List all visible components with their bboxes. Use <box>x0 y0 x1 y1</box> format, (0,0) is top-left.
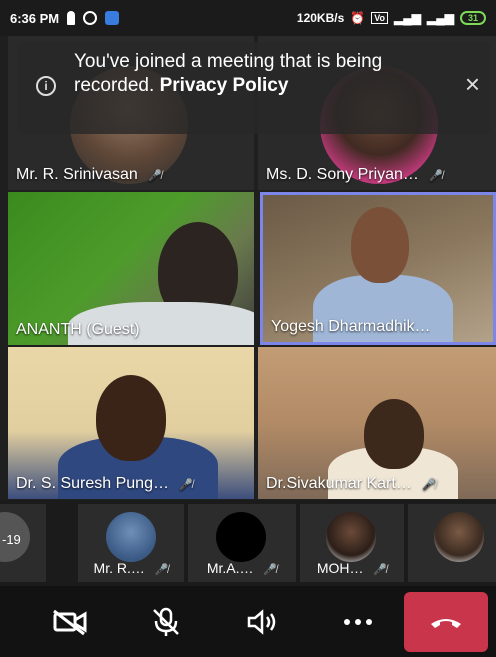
participant-name: Yogesh Dharmadhik… <box>271 318 431 335</box>
strip-participant-3[interactable]: Mr.A.… 🎤̸ <box>188 504 296 582</box>
info-icon: i <box>36 76 56 96</box>
participant-video <box>364 399 424 469</box>
mic-muted-icon: 🎤̸ <box>422 479 436 491</box>
speaker-icon <box>247 608 276 635</box>
participant-name: Mr. R. Srinivasan <box>16 166 138 183</box>
participant-tile-6[interactable]: Dr.Sivakumar Kart… 🎤̸ <box>258 347 496 499</box>
participant-label: -19 <box>2 532 21 547</box>
mic-muted-icon: 🎤̸ <box>373 564 388 576</box>
more-options-button[interactable] <box>310 592 406 652</box>
participant-name: Mr. R.… <box>93 560 145 576</box>
mic-muted-icon: 🎤̸ <box>263 564 278 576</box>
strip-participant-4[interactable]: MOH… 🎤̸ <box>300 504 404 582</box>
avatar <box>216 512 266 562</box>
strip-participant-5[interactable] <box>408 504 496 582</box>
participant-tile-4-active-speaker[interactable]: Yogesh Dharmadhik… <box>260 192 496 345</box>
avatar <box>434 512 484 562</box>
call-controls <box>0 586 496 657</box>
participant-tile-3[interactable]: ANANTH (Guest) <box>8 192 254 345</box>
participant-video <box>96 375 166 461</box>
signal-icon: ▂▄▆ <box>394 11 422 25</box>
mic-muted-icon: 🎤̸ <box>148 170 162 182</box>
teams-status-icon <box>67 11 76 25</box>
speaker-button[interactable] <box>214 592 310 652</box>
mic-muted-icon: 🎤̸ <box>154 564 169 576</box>
participant-tile-5[interactable]: Dr. S. Suresh Pung… 🎤̸ <box>8 347 254 499</box>
strip-participant-2[interactable]: Mr. R.… 🎤̸ <box>78 504 184 582</box>
clock: 6:36 PM <box>10 10 60 26</box>
more-icon <box>344 618 372 625</box>
battery-icon: 31 <box>460 11 486 25</box>
participant-name: Dr.Sivakumar Kart… <box>266 475 412 492</box>
participant-video <box>351 207 409 283</box>
whatsapp-icon <box>83 11 98 25</box>
strip-participant-1[interactable]: -19 <box>0 504 46 582</box>
privacy-policy-link[interactable]: Privacy Policy <box>160 75 289 96</box>
recording-notification-banner: i You've joined a meeting that is being … <box>18 42 490 134</box>
avatar <box>106 512 156 562</box>
mic-muted-icon: 🎤̸ <box>179 479 194 491</box>
mic-muted-icon: 🎤̸ <box>429 170 444 182</box>
hang-up-button[interactable] <box>404 592 488 652</box>
camera-toggle-button[interactable] <box>22 592 118 652</box>
app-notification-icon <box>105 11 120 25</box>
participant-name: ANANTH (Guest) <box>16 321 140 338</box>
participant-name: Ms. D. Sony Priyan… <box>266 166 419 183</box>
alarm-icon: ⏰ <box>350 11 366 25</box>
avatar <box>326 512 376 562</box>
mic-toggle-button[interactable] <box>118 592 214 652</box>
hang-up-icon <box>431 619 461 628</box>
participant-name: Mr.A.… <box>206 560 254 576</box>
mic-off-icon <box>153 607 179 636</box>
participant-name: Dr. S. Suresh Pung… <box>16 475 169 492</box>
volte-icon: Vo <box>371 12 389 24</box>
network-speed: 120KB/s <box>296 11 345 25</box>
signal-2-icon: ▂▄▆ <box>427 11 454 25</box>
status-bar: 6:36 PM 120KB/s ⏰ Vo ▂▄▆ ▂▄▆ 31 <box>0 0 496 36</box>
camera-off-icon <box>53 609 87 635</box>
participant-name: MOH… <box>316 560 364 576</box>
close-icon[interactable]: × <box>465 71 480 97</box>
participant-strip[interactable]: -19 Mr. R.… 🎤̸ Mr.A.… 🎤̸ MOH… 🎤̸ <box>0 500 496 586</box>
